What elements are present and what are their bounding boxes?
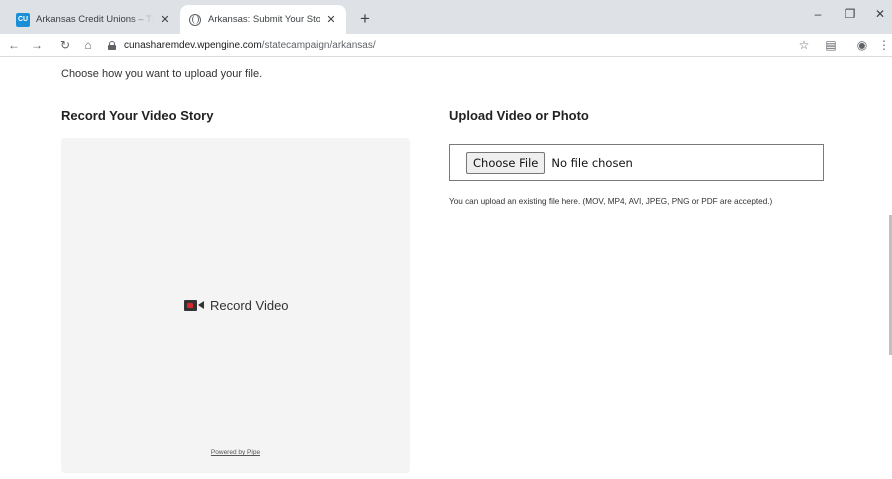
new-tab-button[interactable]: + [353,8,377,30]
record-heading: Record Your Video Story [61,108,214,123]
file-upload-field[interactable]: Choose File No file chosen [449,144,824,181]
tab-title: Arkansas: Submit Your Story – Cr [208,14,320,25]
file-status-text: No file chosen [551,155,633,170]
tab-close-icon[interactable]: ✕ [158,13,172,26]
tab-arkansas-credit-unions[interactable]: CU Arkansas Credit Unions – The Ri ✕ [8,5,180,34]
home-icon[interactable]: ⌂ [80,37,96,53]
extension-icon[interactable]: ▤ [823,37,839,53]
upload-heading: Upload Video or Photo [449,108,589,123]
reload-icon[interactable]: ↻ [57,37,73,53]
forward-arrow-icon[interactable]: → [29,37,45,53]
tab-close-icon[interactable]: ✕ [324,13,338,26]
powered-by-pipe-link[interactable]: Powered by Pipe [61,449,410,456]
restore-button[interactable]: ❐ [840,7,860,21]
tab-submit-your-story[interactable]: Arkansas: Submit Your Story – Cr ✕ [180,5,346,34]
url-host: cunasharemdev.wpengine.com [124,40,262,51]
record-video-button[interactable]: Record Video [184,298,289,313]
choose-file-button[interactable]: Choose File [466,151,546,174]
record-video-label: Record Video [210,298,289,313]
upload-help-text: You can upload an existing file here. (M… [449,197,773,206]
address-bar[interactable]: cunasharemdev.wpengine.com/statecampaign… [108,36,428,55]
menu-kebab-icon[interactable]: ⋮ [876,37,892,53]
tab-title: Arkansas Credit Unions – The Ri [36,14,154,25]
back-arrow-icon[interactable]: ← [6,37,22,53]
globe-icon [188,13,202,27]
browser-toolbar: ← → ↻ ⌂ cunasharemdev.wpengine.com/state… [0,34,892,57]
video-recorder-panel: Record Video Powered by Pipe [61,138,410,473]
upload-intro-text: Choose how you want to upload your file. [61,68,263,80]
profile-avatar-icon[interactable]: ◉ [854,37,870,53]
lock-icon [108,41,116,50]
credit-union-favicon-icon: CU [16,12,30,27]
bookmark-star-icon[interactable]: ☆ [796,37,812,53]
url-path: /statecampaign/arkansas/ [261,40,376,51]
minimize-button[interactable]: – [808,7,828,21]
close-window-button[interactable]: ✕ [870,7,890,21]
tab-strip: CU Arkansas Credit Unions – The Ri ✕ Ark… [0,0,892,34]
video-camera-icon [184,300,204,311]
